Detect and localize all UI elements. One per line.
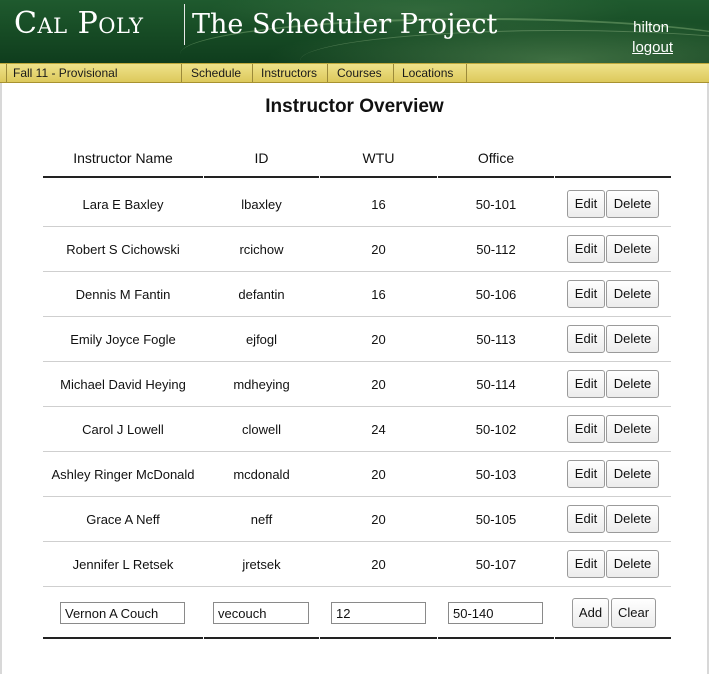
nav-item-courses[interactable]: Courses [328, 64, 394, 82]
instructor-office-cell: 50-105 [475, 512, 517, 527]
instructor-id-cell: defantin [238, 287, 285, 302]
nav-bar: Fall 11 - Provisional Schedule Instructo… [0, 63, 709, 83]
instructor-name-cell: Emily Joyce Fogle [70, 332, 176, 347]
instructor-wtu-cell: 20 [371, 467, 386, 482]
instructor-wtu-cell: 20 [371, 377, 386, 392]
row-divider [43, 586, 671, 587]
footer-rule [43, 637, 203, 639]
instructor-name-cell: Jennifer L Retsek [72, 557, 174, 572]
instructor-wtu-cell: 20 [371, 557, 386, 572]
edit-button[interactable]: Edit [567, 505, 605, 533]
instructor-id-cell: ejfogl [245, 332, 278, 347]
instructor-wtu-cell: 16 [371, 197, 386, 212]
header-rule [555, 176, 671, 178]
edit-button[interactable]: Edit [567, 280, 605, 308]
delete-button[interactable]: Delete [606, 280, 659, 308]
new-instructor-wtu-input[interactable] [331, 602, 426, 624]
instructor-id-cell: clowell [241, 422, 281, 437]
table-row: Grace A Neff neff 20 50-105 Edit Delete [0, 497, 709, 542]
current-user-name: hilton [633, 19, 669, 36]
column-header-instructor-name: Instructor Name [73, 150, 173, 166]
instructor-name-cell: Grace A Neff [86, 512, 160, 527]
instructor-office-cell: 50-106 [475, 287, 517, 302]
instructor-id-cell: neff [250, 512, 273, 527]
table-row: Emily Joyce Fogle ejfogl 20 50-113 Edit … [0, 317, 709, 362]
edit-button[interactable]: Edit [567, 550, 605, 578]
page-title: Instructor Overview [265, 96, 444, 117]
instructor-name-cell: Ashley Ringer McDonald [51, 467, 195, 482]
instructor-name-cell: Dennis M Fantin [75, 287, 171, 302]
instructor-id-cell: lbaxley [241, 197, 282, 212]
edit-button[interactable]: Edit [567, 190, 605, 218]
footer-rule [320, 637, 437, 639]
column-header-id: ID [254, 150, 269, 166]
instructor-office-cell: 50-103 [475, 467, 517, 482]
instructor-id-cell: jretsek [242, 557, 281, 572]
table-row: Robert S Cichowski rcichow 20 50-112 Edi… [0, 227, 709, 272]
new-instructor-name-input[interactable] [60, 602, 185, 624]
instructor-name-cell: Michael David Heying [60, 377, 186, 392]
edit-button[interactable]: Edit [567, 460, 605, 488]
nav-item-instructors[interactable]: Instructors [253, 64, 328, 82]
table-row: Michael David Heying mdheying 20 50-114 … [0, 362, 709, 407]
app-header: Cal Poly The Scheduler Project hilton lo… [0, 0, 709, 63]
instructor-name-cell: Carol J Lowell [82, 422, 164, 437]
logout-link[interactable]: logout [632, 39, 673, 56]
column-header-office: Office [477, 150, 515, 166]
instructor-office-cell: 50-107 [475, 557, 517, 572]
delete-button[interactable]: Delete [606, 235, 659, 263]
app-title: The Scheduler Project [192, 9, 498, 40]
footer-rule [438, 637, 554, 639]
header-rule [43, 176, 203, 178]
instructor-office-cell: 50-113 [476, 332, 516, 347]
delete-button[interactable]: Delete [606, 415, 659, 443]
instructor-wtu-cell: 20 [371, 332, 386, 347]
delete-button[interactable]: Delete [606, 325, 659, 353]
delete-button[interactable]: Delete [606, 550, 659, 578]
instructor-office-cell: 50-112 [476, 242, 516, 257]
instructor-id-cell: mcdonald [233, 467, 290, 482]
header-rule [438, 176, 554, 178]
nav-item-locations[interactable]: Locations [394, 64, 467, 82]
delete-button[interactable]: Delete [606, 460, 659, 488]
delete-button[interactable]: Delete [606, 505, 659, 533]
delete-button[interactable]: Delete [606, 190, 659, 218]
edit-button[interactable]: Edit [567, 415, 605, 443]
nav-item-schedule[interactable]: Schedule [182, 64, 253, 82]
instructor-name-cell: Robert S Cichowski [66, 242, 180, 257]
instructor-wtu-cell: 24 [371, 422, 386, 437]
edit-button[interactable]: Edit [567, 235, 605, 263]
instructor-office-cell: 50-101 [475, 197, 517, 212]
instructor-office-cell: 50-114 [476, 377, 516, 392]
table-row: Ashley Ringer McDonald mcdonald 20 50-10… [0, 452, 709, 497]
delete-button[interactable]: Delete [606, 370, 659, 398]
table-row: Dennis M Fantin defantin 16 50-106 Edit … [0, 272, 709, 317]
nav-term-selector[interactable]: Fall 11 - Provisional [6, 64, 182, 82]
header-divider [184, 4, 185, 45]
header-rule [204, 176, 319, 178]
instructor-wtu-cell: 20 [371, 242, 386, 257]
header-rule [320, 176, 437, 178]
add-button[interactable]: Add [572, 598, 609, 628]
table-row: Lara E Baxley lbaxley 16 50-101 Edit Del… [0, 182, 709, 227]
table-row: Carol J Lowell clowell 24 50-102 Edit De… [0, 407, 709, 452]
edit-button[interactable]: Edit [567, 370, 605, 398]
footer-rule [204, 637, 319, 639]
instructor-id-cell: rcichow [239, 242, 284, 257]
edit-button[interactable]: Edit [567, 325, 605, 353]
instructor-wtu-cell: 16 [371, 287, 386, 302]
instructor-office-cell: 50-102 [475, 422, 517, 437]
instructor-id-cell: mdheying [233, 377, 290, 392]
clear-button[interactable]: Clear [611, 598, 656, 628]
column-header-wtu: WTU [362, 150, 395, 166]
cal-poly-logo: Cal Poly [14, 6, 144, 41]
footer-rule [555, 637, 671, 639]
new-instructor-office-input[interactable] [448, 602, 543, 624]
instructor-name-cell: Lara E Baxley [82, 197, 164, 212]
instructor-wtu-cell: 20 [371, 512, 386, 527]
table-row: Jennifer L Retsek jretsek 20 50-107 Edit… [0, 542, 709, 587]
new-instructor-id-input[interactable] [213, 602, 309, 624]
